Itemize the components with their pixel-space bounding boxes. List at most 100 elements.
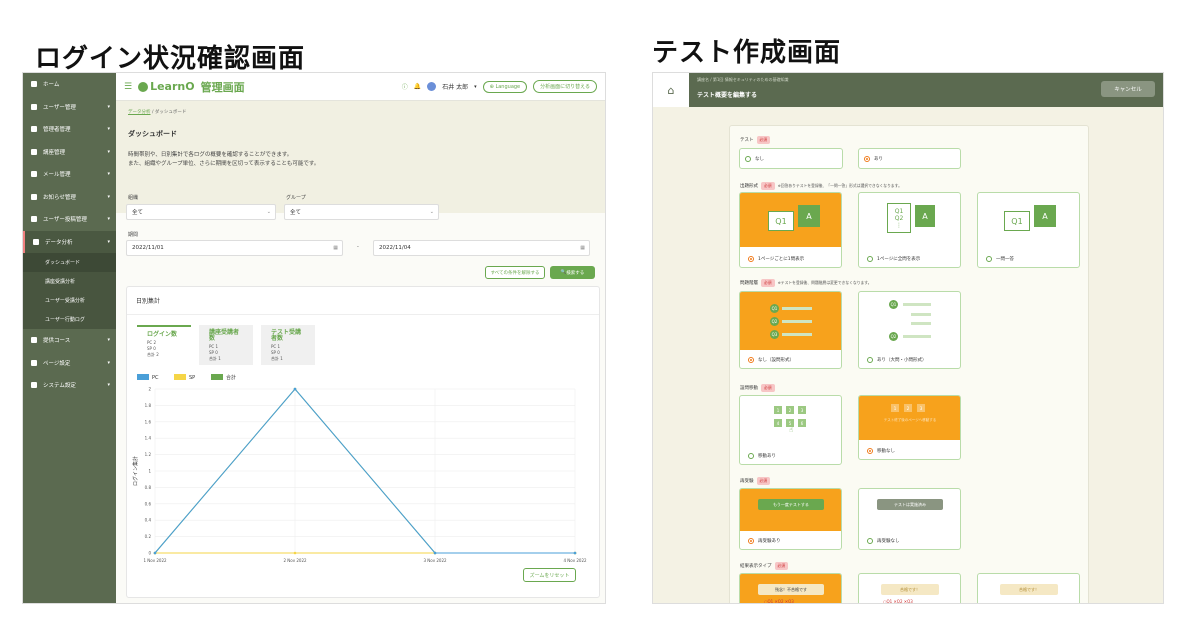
q2-bubble: Q2 xyxy=(770,317,779,326)
org-select[interactable]: 全て ⌄ xyxy=(126,204,276,220)
radio[interactable] xyxy=(867,256,873,262)
result-option-3[interactable]: 合格です！ xyxy=(977,573,1080,603)
line xyxy=(903,303,931,306)
switch-screen-button[interactable]: 分析画面に切り替える xyxy=(533,80,597,93)
breadcrumb[interactable]: 講座名 / 第1回 情報セキュリティのための基礎知識 xyxy=(697,77,788,83)
reset-filters-button[interactable]: すべての条件を解除する xyxy=(485,266,545,279)
stat-tab[interactable]: ログイン数 PC 2 SP 0 合計 2 xyxy=(137,325,191,365)
move-option-no[interactable]: 1 2 3 テスト終了後のページへ移動する 移動なし xyxy=(858,395,961,460)
y-tick-label: 0 xyxy=(148,551,151,556)
sidebar-item[interactable]: ユーザー投稿管理 ▾ xyxy=(23,208,116,231)
home-icon[interactable]: ⌂ xyxy=(653,73,689,107)
result-option-2[interactable]: 合格です！ ○Q1 ✕Q2 ✕Q3 xyxy=(858,573,961,603)
sidebar-item[interactable]: ページ設定 ▾ xyxy=(23,352,116,375)
help-icon[interactable]: ⓘ xyxy=(402,82,408,91)
test-form: テスト 必須 なし あり 出題形式 必須 ※回答ありテストを登録後、「一問一答」形式は… xyxy=(729,125,1089,603)
radio-selected[interactable] xyxy=(748,538,754,544)
sidebar-subitem[interactable]: ダッシュボード xyxy=(23,253,116,272)
radio[interactable] xyxy=(748,453,754,459)
radio-selected[interactable] xyxy=(867,448,873,454)
num-4: 4 xyxy=(774,419,782,427)
option-label: 1ページに全問を表示 xyxy=(877,257,921,262)
retake-illustration: テストは実施済み xyxy=(859,489,960,531)
sidebar-item-label: 講座管理 xyxy=(43,149,66,156)
move-option-yes[interactable]: 1 2 3 4 5 6 ☝ 移動あり xyxy=(739,395,842,465)
line xyxy=(782,333,812,336)
radio-selected[interactable] xyxy=(748,256,754,262)
legend-label: SP xyxy=(189,375,195,381)
sidebar-subitem[interactable]: ユーザー受講分析 xyxy=(23,291,116,310)
sidebar-item[interactable]: メール管理 ▾ xyxy=(23,163,116,186)
page-title: ダッシュボード xyxy=(128,130,177,138)
end-date-input[interactable]: 2022/11/04 ▦ xyxy=(373,240,590,256)
menu-item-icon xyxy=(31,337,37,344)
sidebar-item[interactable]: ホーム xyxy=(23,73,116,96)
page-description-2: また、組織やグループ単位、さらに期間を区切って表示することも可能です。 xyxy=(128,161,320,167)
num-2: 2 xyxy=(786,406,794,414)
menu-icon[interactable]: ☰ xyxy=(124,82,132,92)
sidebar-item[interactable]: 管理者管理 ▾ xyxy=(23,118,116,141)
radio[interactable] xyxy=(867,538,873,544)
start-date-value: 2022/11/01 xyxy=(132,245,164,251)
format-option-per-page[interactable]: Q1 A 1ページごとに1問表示 xyxy=(739,192,842,268)
radio-selected[interactable] xyxy=(748,357,754,363)
hierarchy-option-none[interactable]: Q1 Q2 Q3 なし（設問形式） xyxy=(739,291,842,369)
search-button[interactable]: 🔍 検索する xyxy=(550,266,595,279)
data-point xyxy=(293,387,297,391)
radio[interactable] xyxy=(867,357,873,363)
language-button[interactable]: ⊕ Language xyxy=(482,80,528,93)
sidebar-item[interactable]: ユーザー管理 ▾ xyxy=(23,96,116,119)
line xyxy=(782,320,812,323)
sidebar-item[interactable]: 講座管理 ▾ xyxy=(23,141,116,164)
user-avatar[interactable] xyxy=(427,82,437,91)
format-note: ※回答ありテストを登録後、「一問一答」形式は選択できなくなります。 xyxy=(777,183,902,188)
test-option-yes[interactable]: あり xyxy=(858,148,961,169)
org-label: 組織 xyxy=(128,195,139,201)
calendar-icon[interactable]: ▦ xyxy=(580,245,585,251)
test-option-none[interactable]: なし xyxy=(739,148,843,169)
breadcrumb-parent[interactable]: データ分析 xyxy=(128,110,151,115)
radio[interactable] xyxy=(986,256,992,262)
start-date-input[interactable]: 2022/11/01 ▦ xyxy=(126,240,343,256)
sidebar-item[interactable]: 提供コース ▾ xyxy=(23,329,116,352)
stat-tab[interactable]: テスト受講者数 PC 1 SP 0 合計 1 xyxy=(261,325,315,365)
chevron-down-icon: ▾ xyxy=(107,126,110,133)
chevron-down-icon[interactable]: ▾ xyxy=(474,84,477,90)
group-select[interactable]: 全て ⌄ xyxy=(284,204,439,220)
login-dashboard-screenshot: ホーム ユーザー管理 ▾ 管理者管理 ▾ 講座管理 ▾ メール管理 ▾ お知らせ管理 ▾ ユーザー投稿… xyxy=(22,72,606,604)
sidebar-subitem[interactable]: ユーザー行動ログ xyxy=(23,310,116,329)
retake-option-no[interactable]: テストは実施済み 再受験なし xyxy=(858,488,961,550)
format-option-one-by-one[interactable]: Q1 A 一問一答 xyxy=(977,192,1080,268)
result-option-1[interactable]: 残念！不合格です ○Q1 ✕Q2 ✕Q3 xyxy=(739,573,842,603)
menu-item-icon xyxy=(31,103,37,110)
retake-label-text: 再受験 xyxy=(740,479,754,484)
hierarchy-note: ※テストを登録後、問題階層は変更できなくなります。 xyxy=(777,280,872,285)
radio-selected[interactable] xyxy=(864,156,870,162)
logo[interactable]: LearnO xyxy=(138,80,195,93)
hierarchy-option-yes[interactable]: Q1 Q2 あり（大問・小問形式） xyxy=(858,291,961,369)
required-badge: 必須 xyxy=(761,182,775,190)
sidebar-item[interactable]: システム設定 ▾ xyxy=(23,374,116,397)
cancel-button[interactable]: キャンセル xyxy=(1101,81,1155,97)
chevron-down-icon: ▾ xyxy=(107,193,110,200)
y-axis-label: ログイン集計 xyxy=(132,456,139,486)
required-badge: 必須 xyxy=(756,477,771,485)
sidebar-item[interactable]: お知らせ管理 ▾ xyxy=(23,186,116,209)
radio[interactable] xyxy=(745,156,751,162)
line xyxy=(911,313,931,316)
search-label: 検索する xyxy=(566,270,585,276)
y-tick-label: 0.8 xyxy=(145,485,152,490)
menu-item-icon xyxy=(31,359,37,366)
menu-item-icon xyxy=(31,193,37,200)
stat-tab[interactable]: 講座受講者数 PC 1 SP 0 合計 1 xyxy=(199,325,253,365)
zoom-reset-button[interactable]: ズームをリセット xyxy=(523,568,576,582)
sidebar-item[interactable]: データ分析 ▾ xyxy=(23,230,116,253)
format-option-all[interactable]: Q1 Q2 ⋮ A 1ページに全問を表示 xyxy=(858,192,961,268)
required-badge: 必須 xyxy=(761,384,775,392)
y-tick-label: 0.6 xyxy=(145,501,152,506)
user-name[interactable]: 石井 太郎 xyxy=(442,82,468,91)
bell-icon[interactable]: 🔔 xyxy=(414,83,421,90)
sidebar-subitem[interactable]: 講座受講分析 xyxy=(23,272,116,291)
retake-option-yes[interactable]: もう一度テストする 再受験あり xyxy=(739,488,842,550)
calendar-icon[interactable]: ▦ xyxy=(333,245,338,251)
